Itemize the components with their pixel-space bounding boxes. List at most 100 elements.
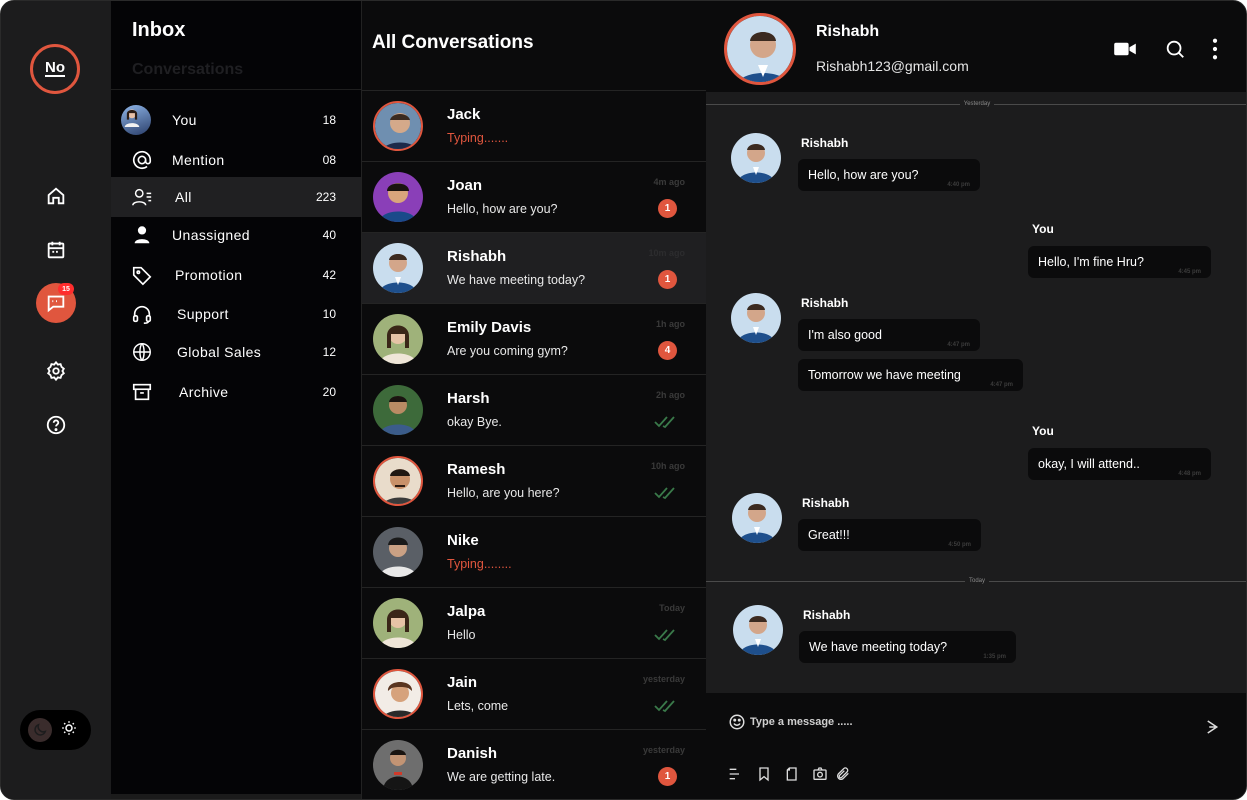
video-call-icon[interactable] bbox=[1112, 36, 1138, 62]
conversation-item-joan[interactable]: Joan Hello, how are you? 4m ago 1 bbox=[362, 161, 707, 232]
user-avatar bbox=[121, 105, 151, 135]
conversation-item-jalpa[interactable]: Jalpa Hello Today bbox=[362, 587, 707, 658]
sender-avatar bbox=[732, 493, 782, 543]
inbox-item-global-sales[interactable]: Global Sales 12 bbox=[111, 332, 361, 372]
text-format-icon[interactable] bbox=[726, 765, 744, 783]
chat-header: Rishabh Rishabh123@gmail.com bbox=[706, 1, 1246, 92]
contact-name: Rishabh bbox=[816, 23, 880, 40]
message-time: 10h ago bbox=[650, 461, 685, 471]
avatar bbox=[373, 385, 423, 435]
scrollbar-track[interactable] bbox=[111, 794, 361, 799]
inbox-item-support[interactable]: Support 10 bbox=[111, 294, 361, 334]
inbox-item-label: You bbox=[172, 112, 197, 128]
app-logo[interactable]: No bbox=[30, 44, 80, 94]
message-bubble: Tomorrow we have meeting 4:47 pm bbox=[798, 359, 1023, 391]
conversations-panel: All Conversations Jack Typing....... Joa… bbox=[361, 1, 707, 799]
message-input[interactable]: Type a message ..... bbox=[750, 716, 853, 728]
message-time: 10m ago bbox=[648, 248, 685, 258]
inbox-item-label: Archive bbox=[179, 384, 229, 400]
camera-icon[interactable] bbox=[811, 765, 829, 783]
sender-name: Rishabh bbox=[802, 496, 850, 510]
send-icon[interactable] bbox=[1204, 718, 1224, 738]
conversation-item-nike[interactable]: Nike Typing........ bbox=[362, 516, 707, 587]
last-message: Hello, are you here? bbox=[447, 486, 560, 500]
message-composer: Type a message ..... bbox=[706, 693, 1246, 799]
unread-badge: 1 bbox=[658, 767, 677, 786]
conversation-item-jack[interactable]: Jack Typing....... bbox=[362, 90, 707, 161]
last-message: Typing....... bbox=[447, 131, 509, 145]
app-window: No 15 Inbox Conversations You 18 Mention… bbox=[0, 0, 1247, 800]
sender-name: Rishabh bbox=[803, 608, 851, 622]
search-icon[interactable] bbox=[1162, 36, 1188, 62]
avatar bbox=[373, 598, 423, 648]
contact-name: Jack bbox=[447, 106, 481, 123]
message-time: 4:47 pm bbox=[947, 342, 970, 348]
message-time: yesterday bbox=[642, 745, 685, 755]
users-list-icon bbox=[129, 184, 155, 210]
contact-name: Jain bbox=[447, 674, 478, 691]
emoji-icon[interactable] bbox=[728, 713, 746, 731]
inbox-item-label: Promotion bbox=[175, 267, 243, 283]
moon-icon[interactable] bbox=[28, 718, 52, 742]
inbox-panel: Inbox Conversations You 18 Mention 08 Al… bbox=[111, 1, 361, 799]
message-time: 4:45 pm bbox=[1178, 269, 1201, 275]
last-message: okay Bye. bbox=[447, 415, 502, 429]
unread-badge: 1 bbox=[658, 199, 677, 218]
read-receipt-icon bbox=[654, 487, 675, 500]
contact-name: Joan bbox=[447, 177, 483, 194]
unread-badge: 1 bbox=[658, 270, 677, 289]
conversation-item-rishabh[interactable]: Rishabh We have meeting today? 10m ago 1 bbox=[362, 232, 707, 303]
last-message: Hello bbox=[447, 628, 476, 642]
avatar bbox=[373, 740, 423, 790]
sender-avatar bbox=[731, 133, 781, 183]
conversation-item-harsh[interactable]: Harsh okay Bye. 2h ago bbox=[362, 374, 707, 445]
inbox-item-count: 18 bbox=[322, 113, 336, 127]
read-receipt-icon bbox=[654, 416, 675, 429]
help-icon[interactable] bbox=[42, 411, 70, 439]
contact-name: Nike bbox=[447, 532, 479, 549]
message-text: okay, I will attend.. bbox=[1038, 457, 1140, 471]
more-vertical-icon[interactable] bbox=[1202, 36, 1228, 62]
inbox-item-you[interactable]: You 18 bbox=[111, 100, 361, 140]
message-time: 4:47 pm bbox=[990, 382, 1013, 388]
chat-notification-badge: 15 bbox=[58, 283, 74, 295]
unread-badge: 4 bbox=[658, 341, 677, 360]
avatar bbox=[373, 101, 423, 151]
sender-name: Rishabh bbox=[801, 136, 849, 150]
contact-avatar[interactable] bbox=[724, 13, 796, 85]
home-icon[interactable] bbox=[42, 182, 70, 210]
read-receipt-icon bbox=[654, 700, 675, 713]
day-separator-label: Yesterday bbox=[706, 101, 1246, 107]
message-time: yesterday bbox=[642, 674, 685, 684]
inbox-item-promotion[interactable]: Promotion 42 bbox=[111, 255, 361, 295]
last-message: Hello, how are you? bbox=[447, 202, 558, 216]
message-bubble: Great!!! 4:50 pm bbox=[798, 519, 981, 551]
calendar-icon[interactable] bbox=[42, 236, 70, 264]
inbox-title: Inbox bbox=[132, 19, 186, 41]
bookmark-icon[interactable] bbox=[755, 765, 773, 783]
inbox-item-archive[interactable]: Archive 20 bbox=[111, 372, 361, 412]
inbox-item-label: Global Sales bbox=[177, 344, 262, 360]
conversation-item-ramesh[interactable]: Ramesh Hello, are you here? 10h ago bbox=[362, 445, 707, 516]
conversation-item-emily-davis[interactable]: Emily Davis Are you coming gym? 1h ago 4 bbox=[362, 303, 707, 374]
inbox-item-unassigned[interactable]: Unassigned 40 bbox=[111, 215, 361, 255]
inbox-item-all[interactable]: All 223 bbox=[111, 177, 361, 217]
nav-rail: No 15 bbox=[1, 1, 111, 799]
attachment-icon[interactable] bbox=[834, 765, 852, 783]
message-time: Today bbox=[659, 603, 685, 613]
theme-toggle[interactable] bbox=[20, 710, 91, 750]
message-time: 1:35 pm bbox=[983, 654, 1006, 660]
message-time: 4:50 pm bbox=[948, 542, 971, 548]
contact-name: Emily Davis bbox=[447, 319, 532, 336]
contact-name: Harsh bbox=[447, 390, 490, 407]
message-time: 1h ago bbox=[655, 319, 685, 329]
last-message: Are you coming gym? bbox=[447, 344, 568, 358]
settings-icon[interactable] bbox=[42, 357, 70, 385]
conversation-list: Jack Typing....... Joan Hello, how are y… bbox=[362, 90, 707, 799]
message-text: Hello, how are you? bbox=[808, 168, 919, 182]
conversation-item-danish[interactable]: Danish We are getting late. yesterday 1 bbox=[362, 729, 707, 799]
sun-icon[interactable] bbox=[60, 719, 78, 742]
document-icon[interactable] bbox=[783, 765, 801, 783]
inbox-item-mention[interactable]: Mention 08 bbox=[111, 140, 361, 180]
conversation-item-jain[interactable]: Jain Lets, come yesterday bbox=[362, 658, 707, 729]
